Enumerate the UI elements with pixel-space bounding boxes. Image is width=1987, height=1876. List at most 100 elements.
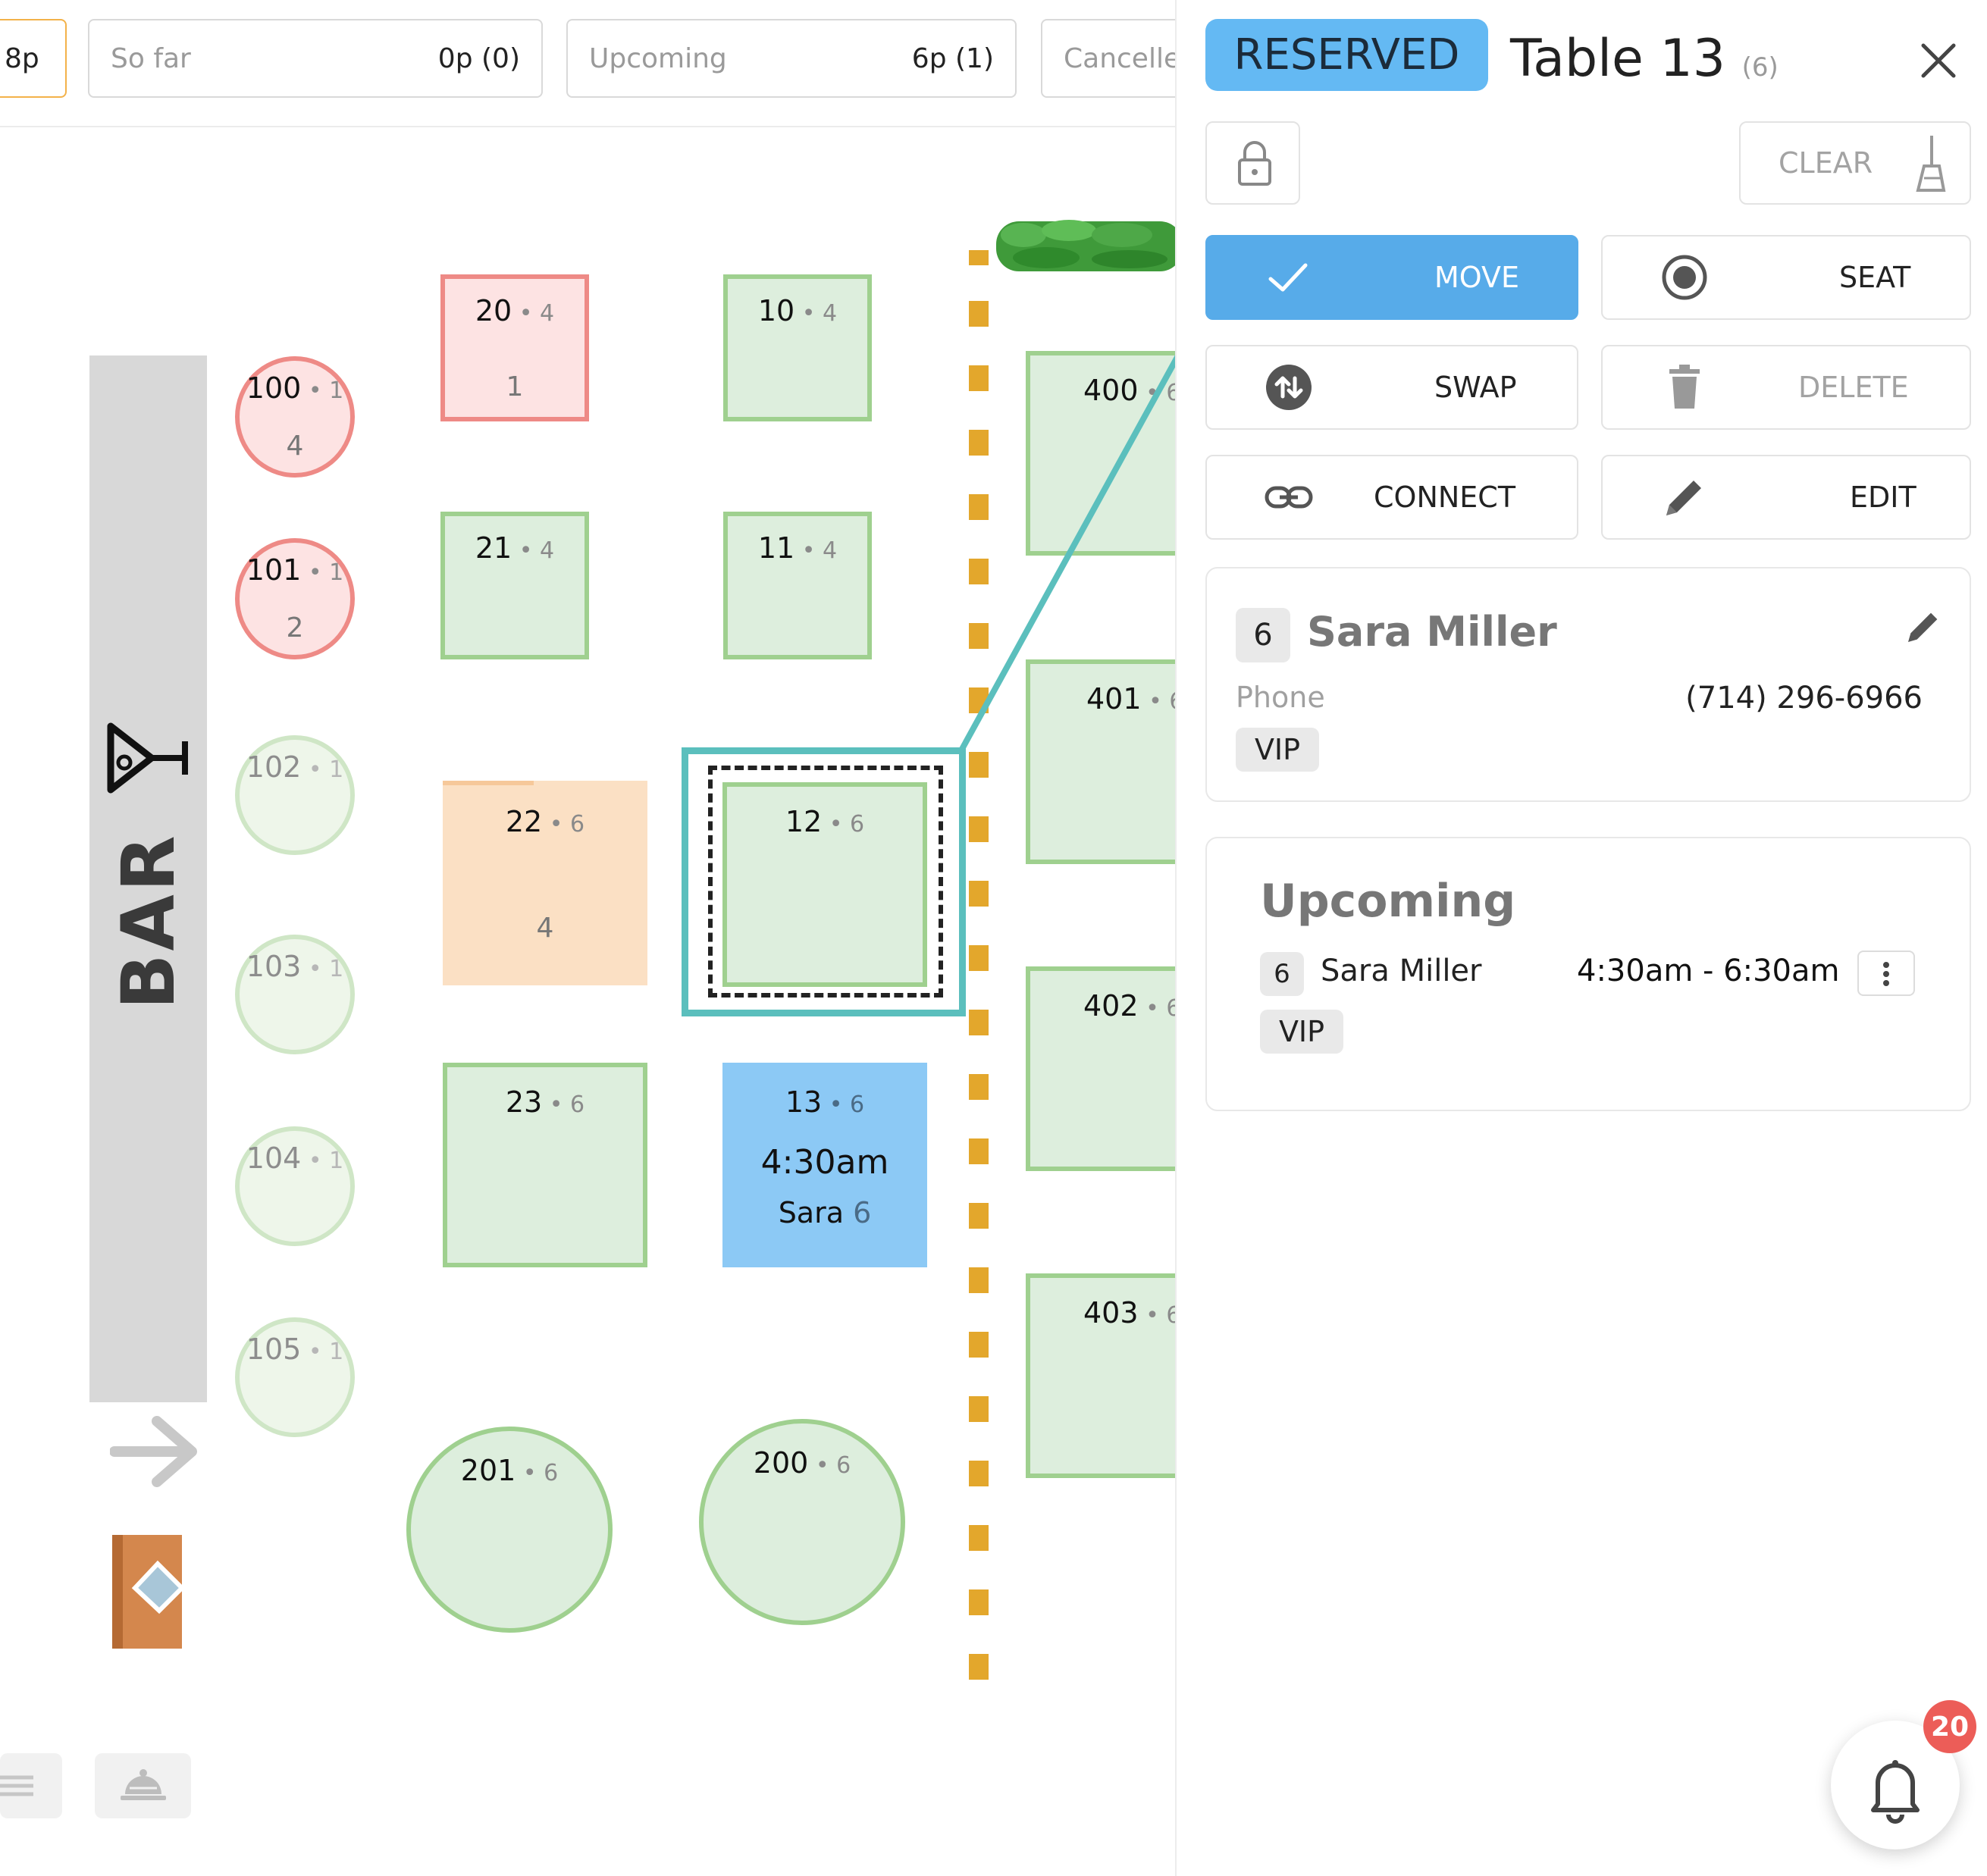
table-102[interactable]: 102 • 1 — [235, 735, 355, 855]
vip-tag: VIP — [1236, 728, 1319, 772]
clear-label: CLEAR — [1779, 146, 1873, 180]
lock-icon — [1238, 141, 1271, 186]
edit-guest-icon[interactable] — [1904, 608, 1942, 646]
divider-dash — [969, 1654, 989, 1680]
close-icon[interactable] — [1908, 30, 1969, 91]
delete-button[interactable]: DELETE — [1601, 345, 1971, 430]
upcoming-guest-name[interactable]: Sara Miller — [1321, 954, 1481, 988]
table-label: 201 • 6 — [460, 1454, 559, 1487]
table-progress-strip — [443, 781, 534, 785]
lock-button[interactable] — [1205, 121, 1300, 205]
divider-dash — [969, 687, 989, 713]
hedge-plant — [996, 220, 1175, 271]
guest-card: 6 Sara Miller Phone (714) 296-6966 VIP — [1205, 567, 1971, 802]
filter-so-far[interactable]: So far 0p (0) — [88, 19, 543, 98]
panel-title: Table 13 (6) — [1510, 29, 1779, 89]
divider-dash — [969, 430, 989, 456]
link-icon — [1265, 486, 1313, 509]
table-label: 13 • 6 — [785, 1085, 865, 1119]
seat-button[interactable]: SEAT — [1601, 235, 1971, 320]
reservation-time: 4:30am — [760, 1143, 889, 1182]
floor-plan: 8p So far 0p (0) Upcoming 6p (1) Cancell… — [0, 0, 1175, 1876]
divider-dash — [969, 1589, 989, 1615]
notification-count-badge: 20 — [1923, 1700, 1976, 1753]
table-13[interactable]: 13 • 6 4:30am Sara 6 — [722, 1063, 927, 1267]
divider — [0, 126, 1175, 127]
table-label: 403 • 6 — [1083, 1296, 1175, 1329]
more-options-button[interactable] — [1857, 951, 1915, 996]
table-101[interactable]: 101 • 1 2 — [235, 538, 355, 659]
table-label: 22 • 6 — [505, 805, 585, 838]
clear-button[interactable]: CLEAR — [1739, 121, 1971, 205]
phone-value[interactable]: (714) 296-6966 — [1685, 681, 1923, 716]
table-party-count: 1 — [506, 371, 524, 402]
swap-button[interactable]: SWAP — [1205, 345, 1578, 430]
filter-upcoming[interactable]: Upcoming 6p (1) — [566, 19, 1017, 98]
divider-dash — [969, 1010, 989, 1035]
door-icon — [112, 1535, 186, 1649]
service-button[interactable] — [95, 1753, 191, 1818]
table-label: 103 • 1 — [246, 950, 344, 983]
table-23[interactable]: 23 • 6 — [443, 1063, 647, 1267]
table-104[interactable]: 104 • 1 — [235, 1126, 355, 1246]
table-400[interactable]: 400 • 6 — [1026, 351, 1175, 556]
table-label: 401 • 6 — [1086, 682, 1175, 716]
divider-dash — [969, 945, 989, 971]
entrance-arrow-icon — [110, 1416, 197, 1487]
table-label: 105 • 1 — [246, 1333, 344, 1366]
seat-label: SEAT — [1839, 261, 1911, 294]
table-22[interactable]: 22 • 6 4 — [443, 781, 647, 985]
table-105[interactable]: 105 • 1 — [235, 1317, 355, 1437]
upcoming-card: Upcoming 6 Sara Miller 4:30am - 6:30am V… — [1205, 837, 1971, 1111]
table-label: 102 • 1 — [246, 750, 344, 784]
filter-total[interactable]: 8p — [0, 19, 67, 98]
connect-button[interactable]: CONNECT — [1205, 455, 1578, 540]
table-201[interactable]: 201 • 6 — [406, 1427, 613, 1633]
guest-name: Sara Miller — [1307, 608, 1557, 656]
connect-label: CONNECT — [1374, 481, 1516, 514]
app-root: 8p So far 0p (0) Upcoming 6p (1) Cancell… — [0, 0, 1987, 1876]
menu-icon — [0, 1775, 33, 1796]
edit-label: EDIT — [1850, 481, 1916, 514]
party-size-badge: 6 — [1260, 952, 1304, 996]
reservation-guest: Sara 6 — [778, 1196, 872, 1229]
table-label: 10 • 4 — [757, 294, 838, 327]
table-label: 400 • 6 — [1083, 374, 1175, 407]
phone-label: Phone — [1236, 681, 1325, 714]
divider-dash — [969, 1525, 989, 1551]
kebab-menu-icon — [1883, 962, 1889, 986]
divider-dash — [969, 559, 989, 584]
divider-dash — [969, 301, 989, 327]
table-11[interactable]: 11 • 4 — [723, 512, 872, 659]
move-button[interactable]: MOVE — [1205, 235, 1578, 320]
divider-dash — [969, 1396, 989, 1422]
table-label: 100 • 1 — [246, 371, 344, 405]
radio-target-icon — [1662, 255, 1707, 300]
cloche-icon — [121, 1769, 166, 1800]
filter-cancelled[interactable]: Cancelle — [1041, 19, 1175, 98]
delete-label: DELETE — [1798, 371, 1909, 404]
status-badge: RESERVED — [1205, 19, 1488, 91]
edit-button[interactable]: EDIT — [1601, 455, 1971, 540]
filter-value: 6p (1) — [911, 42, 994, 74]
table-20[interactable]: 20 • 4 1 — [440, 274, 589, 421]
divider-dash — [969, 494, 989, 520]
divider-dash — [969, 1332, 989, 1358]
table-200[interactable]: 200 • 6 — [699, 1419, 905, 1625]
table-402[interactable]: 402 • 6 — [1026, 966, 1175, 1171]
table-100[interactable]: 100 • 1 4 — [235, 356, 355, 478]
trash-icon — [1669, 365, 1700, 409]
table-21[interactable]: 21 • 4 — [440, 512, 589, 659]
table-103[interactable]: 103 • 1 — [235, 935, 355, 1054]
divider-dash — [969, 1074, 989, 1100]
menu-button[interactable] — [0, 1753, 62, 1818]
table-10[interactable]: 10 • 4 — [723, 274, 872, 421]
swap-label: SWAP — [1434, 371, 1517, 404]
table-detail-panel: RESERVED Table 13 (6) CLEAR MOVE SEAT SW… — [1175, 0, 1987, 1876]
swap-icon — [1266, 365, 1312, 410]
bar-label: BAR — [105, 832, 191, 1010]
check-icon — [1268, 263, 1308, 292]
divider-dash — [969, 881, 989, 907]
table-403[interactable]: 403 • 6 — [1026, 1273, 1175, 1478]
table-401[interactable]: 401 • 6 — [1026, 659, 1175, 864]
